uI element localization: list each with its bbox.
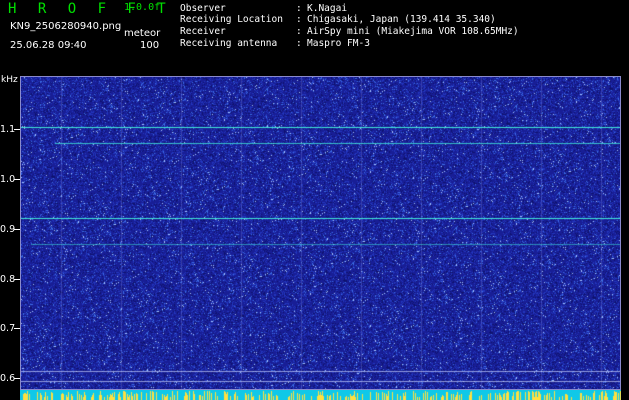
header-panel: H R O F F T 1.0.0f KN9_2506280940.png me…	[0, 0, 629, 76]
meta-value-receiver: AirSpy mini (Miakejima VOR 108.65MHz)	[307, 26, 519, 37]
y-axis-unit: kHz	[1, 75, 18, 85]
meta-label-receiver: Receiver	[180, 26, 226, 37]
meta-value-observer: K.Nagai	[307, 3, 348, 14]
meta-value-location: Chigasaki, Japan (139.414 35.340)	[307, 14, 496, 25]
app-version: 1.0.0f	[124, 2, 161, 13]
meta-colon: :	[296, 3, 302, 14]
file-name: KN9_2506280940.png	[10, 21, 122, 32]
signal-level-strip	[20, 390, 621, 400]
meta-colon: :	[296, 26, 302, 37]
meta-label-observer: Observer	[180, 3, 226, 14]
meta-colon: :	[296, 14, 302, 25]
y-tick-label: 0.6	[0, 373, 16, 384]
y-tick-label: 1.1	[0, 124, 16, 135]
mode-value: 100	[140, 40, 160, 51]
mode-label: meteor	[124, 28, 161, 39]
y-tick-label: 1.0	[0, 174, 16, 185]
spectrogram-noise	[21, 77, 620, 389]
waterfall-spectrogram[interactable]	[20, 76, 621, 390]
date-time: 25.06.28 09:40	[10, 40, 87, 51]
meta-value-antenna: Maspro FM-3	[307, 38, 370, 49]
meta-label-location: Receiving Location	[180, 14, 283, 25]
meta-label-antenna: Receiving antenna	[180, 38, 278, 49]
y-tick-label: 0.9	[0, 224, 16, 235]
y-tick-label: 0.7	[0, 323, 16, 334]
meta-colon: :	[296, 38, 302, 49]
y-tick-label: 0.8	[0, 274, 16, 285]
